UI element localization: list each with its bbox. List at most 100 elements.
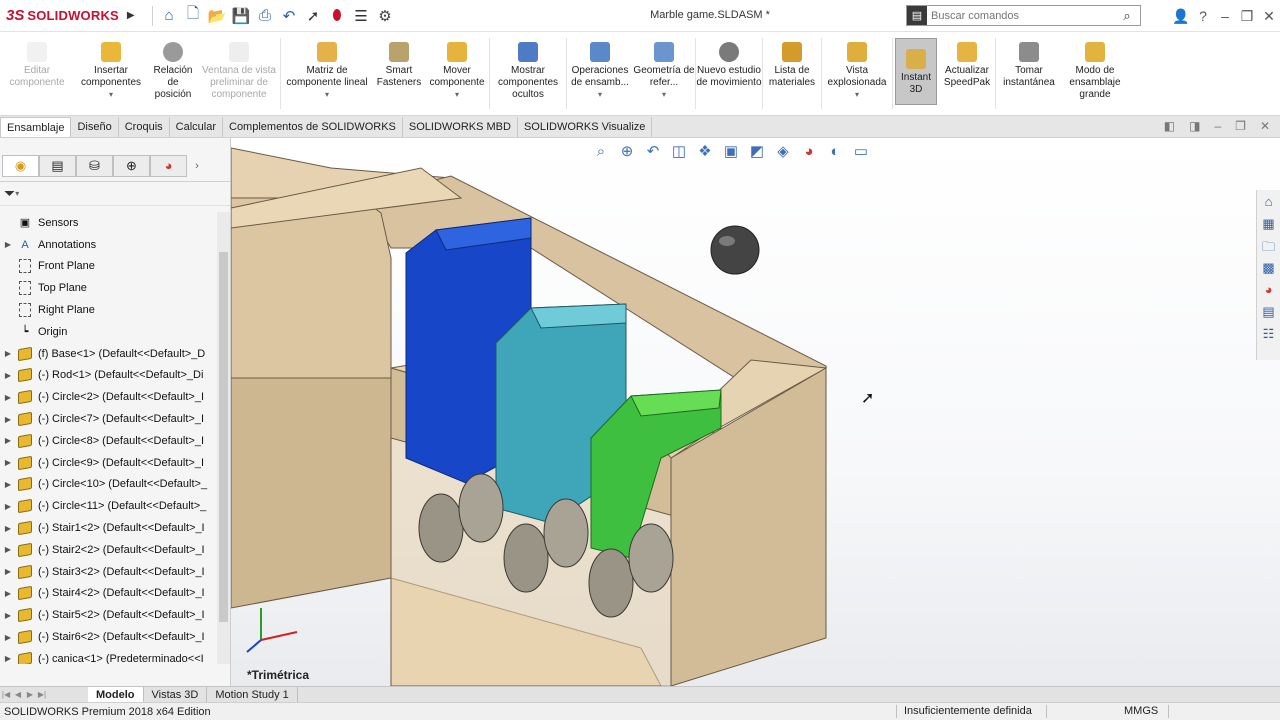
tree-node-top-plane[interactable]: Top Plane — [0, 277, 218, 299]
tree-node-stair3[interactable]: ▶ (-) Stair3<2> (Default<<Default>_I — [0, 561, 218, 583]
show-hidden-components-button[interactable]: Mostrar componentes ocultos — [490, 32, 566, 115]
tab-modelo[interactable]: Modelo — [88, 687, 144, 702]
tab-diseno[interactable]: Diseño — [71, 117, 119, 137]
undo-icon[interactable]: ↶ — [277, 4, 301, 28]
bill-of-materials-button[interactable]: Lista de materiales — [763, 32, 821, 115]
first-tab-icon[interactable]: |◀ — [0, 690, 12, 699]
expand-arrow-icon[interactable]: ▶ — [0, 524, 16, 533]
design-library-icon[interactable]: ▦ — [1260, 216, 1278, 234]
tree-node-stair2[interactable]: ▶ (-) Stair2<2> (Default<<Default>_I — [0, 539, 218, 561]
tree-node-right-plane[interactable]: Right Plane — [0, 299, 218, 321]
tree-node-stair5[interactable]: ▶ (-) Stair5<2> (Default<<Default>_I — [0, 604, 218, 626]
tree-node-circle-8[interactable]: ▶ (-) Circle<8> (Default<<Default>_I — [0, 430, 218, 452]
apply-scene-icon[interactable]: ◐ — [825, 143, 845, 160]
tab-vistas-3d[interactable]: Vistas 3D — [144, 687, 208, 702]
expand-arrow-icon[interactable]: ▶ — [0, 567, 16, 576]
solidworks-forum-icon[interactable]: ☷ — [1260, 326, 1278, 344]
menu-expand-icon[interactable]: ▶ — [127, 10, 135, 21]
expand-arrow-icon[interactable]: ▶ — [0, 589, 16, 598]
user-account-icon[interactable]: 👤 — [1170, 8, 1192, 25]
appearances-icon[interactable]: ◕ — [1260, 282, 1278, 300]
expand-arrow-icon[interactable]: ▶ — [0, 436, 16, 445]
large-assembly-mode-button[interactable]: Modo de ensamblaje grande — [1062, 32, 1128, 115]
tab-motion-study-1[interactable]: Motion Study 1 — [207, 687, 298, 702]
tab-ensamblaje[interactable]: Ensamblaje — [0, 117, 72, 137]
close-button[interactable]: ✕ — [1258, 8, 1280, 25]
mate-button[interactable]: Relación de posición — [148, 32, 198, 115]
linear-component-pattern-button[interactable]: Matriz de componente lineal ▾ — [281, 32, 373, 115]
last-tab-icon[interactable]: ▶| — [36, 690, 48, 699]
select-cursor-icon[interactable]: ➚ — [301, 4, 325, 28]
graphics-area[interactable]: ⌕ ⊕ ↶ ◫ ❖ ▣ ◩ ◈ ◕ ◐ ▭ ⌂ ▦ 🗀 ▩ ◕ ▤ ☷ *Tri… — [231, 138, 1280, 686]
search-input[interactable] — [927, 6, 1114, 25]
tree-node-base[interactable]: ▶ (f) Base<1> (Default<<Default>_D — [0, 343, 218, 365]
assembly-features-button[interactable]: Operaciones de ensamb... ▾ — [567, 32, 633, 115]
expand-arrow-icon[interactable]: ▶ — [0, 654, 16, 663]
doc-minimize-icon[interactable]: – — [1214, 119, 1221, 133]
new-document-icon[interactable]: 🗋 — [181, 4, 205, 28]
tree-node-stair1[interactable]: ▶ (-) Stair1<2> (Default<<Default>_I — [0, 517, 218, 539]
dimxpert-tab-icon[interactable]: ⊕ — [113, 154, 150, 177]
display-style-icon[interactable]: ◩ — [747, 142, 767, 160]
take-snapshot-button[interactable]: Tomar instantánea — [996, 32, 1062, 115]
expand-arrow-icon[interactable]: ▶ — [0, 480, 16, 489]
expand-arrow-icon[interactable]: ▶ — [0, 240, 16, 249]
insert-components-button[interactable]: Insertar componentes ▾ — [74, 32, 148, 115]
tab-croquis[interactable]: Croquis — [119, 117, 170, 137]
tree-node-front-plane[interactable]: Front Plane — [0, 256, 218, 278]
tree-node-canica[interactable]: ▶ (-) canica<1> (Predeterminado<<I — [0, 648, 218, 664]
expand-arrow-icon[interactable]: ▶ — [0, 545, 16, 554]
update-speedpak-button[interactable]: Actualizar SpeedPak — [939, 32, 995, 115]
tree-node-circle-10[interactable]: ▶ (-) Circle<10> (Default<<Default>_ — [0, 474, 218, 496]
file-properties-icon[interactable]: ☰ — [349, 4, 373, 28]
tree-node-circle-11[interactable]: ▶ (-) Circle<11> (Default<<Default>_ — [0, 495, 218, 517]
expand-arrow-icon[interactable]: ▶ — [0, 371, 16, 380]
panel-expand-arrow-icon[interactable]: › — [187, 160, 207, 172]
expand-arrow-icon[interactable]: ▶ — [0, 415, 16, 424]
expand-arrow-icon[interactable]: ▶ — [0, 349, 16, 358]
move-component-button[interactable]: Mover componente ▾ — [425, 32, 489, 115]
expand-arrow-icon[interactable]: ▶ — [0, 502, 16, 511]
solidworks-resources-icon[interactable]: ⌂ — [1260, 194, 1278, 212]
expand-arrow-icon[interactable]: ▶ — [0, 393, 16, 402]
component-preview-window-button[interactable]: Ventana de vista preliminar de component… — [198, 32, 280, 115]
filter-icon[interactable]: ⏷ ▾ — [0, 182, 230, 206]
view-orientation-icon[interactable]: ▣ — [721, 142, 741, 160]
smart-fasteners-button[interactable]: Smart Fasteners — [373, 32, 425, 115]
reference-geometry-button[interactable]: Geometría de refer... ▾ — [633, 32, 695, 115]
edit-component-button[interactable]: Editar componente — [0, 32, 74, 115]
doc-close-icon[interactable]: ✕ — [1260, 119, 1270, 133]
rebuild-traffic-light-icon[interactable]: ⬮ — [325, 4, 349, 28]
tree-node-circle-2[interactable]: ▶ (-) Circle<2> (Default<<Default>_I — [0, 386, 218, 408]
tree-node-sensors[interactable]: ▣ Sensors — [0, 212, 218, 234]
home-icon[interactable]: ⌂ — [157, 4, 181, 28]
configuration-manager-tab-icon[interactable]: ⛁ — [76, 154, 113, 177]
tree-node-annotations[interactable]: ▶ A Annotations — [0, 234, 218, 256]
tree-node-circle-7[interactable]: ▶ (-) Circle<7> (Default<<Default>_I — [0, 408, 218, 430]
feature-tree-tab-icon[interactable]: ◉ — [2, 154, 39, 177]
tree-node-stair4[interactable]: ▶ (-) Stair4<2> (Default<<Default>_I — [0, 583, 218, 605]
print-icon[interactable]: ⎙ — [253, 4, 277, 28]
custom-properties-icon[interactable]: ▤ — [1260, 304, 1278, 322]
tree-node-stair6[interactable]: ▶ (-) Stair6<2> (Default<<Default>_I — [0, 626, 218, 648]
tab-visualize[interactable]: SOLIDWORKS Visualize — [518, 117, 653, 137]
dynamic-annotation-icon[interactable]: ❖ — [695, 142, 715, 160]
help-icon[interactable]: ? — [1192, 8, 1214, 24]
search-scope-icon[interactable]: ▤ — [907, 6, 927, 25]
scrollbar-thumb[interactable] — [219, 252, 228, 622]
expand-arrow-icon[interactable]: ▶ — [0, 611, 16, 620]
tab-calcular[interactable]: Calcular — [170, 117, 223, 137]
expand-arrow-icon[interactable]: ▶ — [0, 458, 16, 467]
property-manager-tab-icon[interactable]: ▤ — [39, 154, 76, 177]
tree-scrollbar[interactable] — [217, 212, 230, 664]
search-box[interactable]: ▤ ⌕ — [906, 5, 1141, 26]
zoom-to-area-icon[interactable]: ⊕ — [617, 142, 637, 160]
save-icon[interactable]: 💾 — [229, 4, 253, 28]
next-window-icon[interactable]: ◨ — [1189, 119, 1200, 133]
next-tab-icon[interactable]: ▶ — [24, 690, 36, 699]
expand-arrow-icon[interactable]: ▶ — [0, 633, 16, 642]
prev-tab-icon[interactable]: ◀ — [12, 690, 24, 699]
tab-mbd[interactable]: SOLIDWORKS MBD — [403, 117, 518, 137]
tree-node-circle-9[interactable]: ▶ (-) Circle<9> (Default<<Default>_I — [0, 452, 218, 474]
previous-window-icon[interactable]: ◧ — [1164, 119, 1175, 133]
